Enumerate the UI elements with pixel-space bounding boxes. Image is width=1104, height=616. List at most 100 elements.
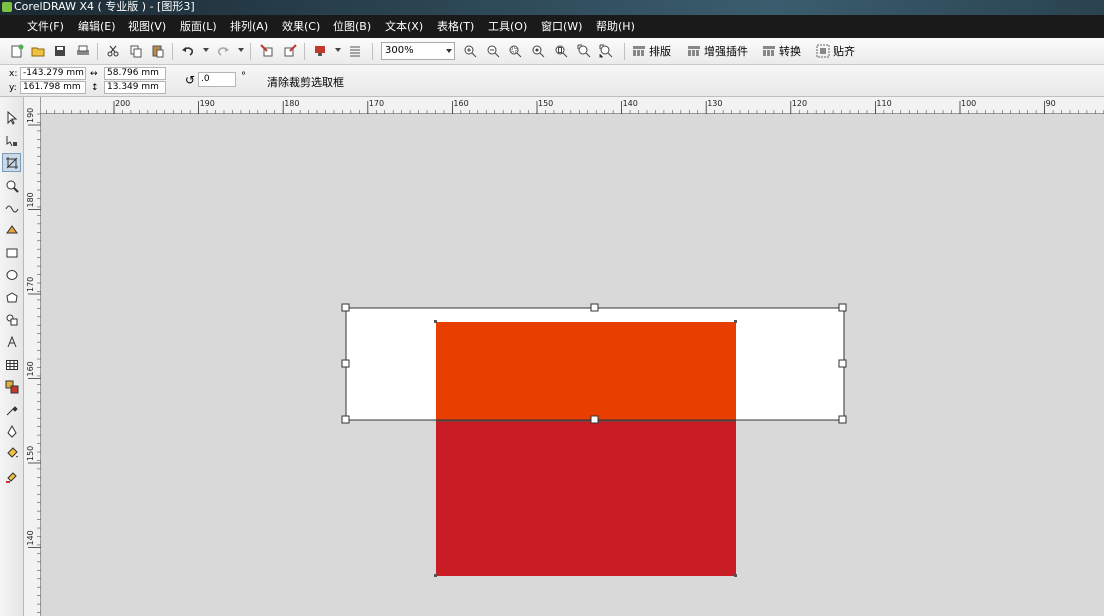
ruler-label: 170 xyxy=(369,99,384,108)
ruler-label: 160 xyxy=(26,361,35,376)
clear-crop-marquee-button[interactable]: 清除裁剪选取框 xyxy=(267,74,344,90)
toolbar-separator xyxy=(172,43,173,60)
polygon-tool-icon[interactable] xyxy=(2,288,21,307)
new-document-icon[interactable] xyxy=(8,42,26,60)
zoom-to-page-height-icon[interactable] xyxy=(597,42,615,60)
handle-bottom-left[interactable] xyxy=(341,415,350,424)
paste-icon[interactable] xyxy=(149,42,167,60)
handle-bottom-right[interactable] xyxy=(838,415,847,424)
enhance-plugin-button[interactable]: 增强插件 xyxy=(687,42,748,60)
smart-fill-icon[interactable] xyxy=(2,220,21,239)
rotation-angle-field[interactable]: .0 xyxy=(198,72,236,87)
handle-middle-left[interactable] xyxy=(341,359,350,368)
import-icon[interactable] xyxy=(258,42,276,60)
handle-top-right[interactable] xyxy=(838,303,847,312)
save-icon[interactable] xyxy=(51,42,69,60)
drawing-canvas[interactable] xyxy=(41,114,1104,616)
handle-top-left[interactable] xyxy=(341,303,350,312)
zoom-to-page-icon[interactable] xyxy=(552,42,570,60)
menu-bitmaps[interactable]: 位图(B) xyxy=(333,15,371,38)
open-folder-icon[interactable] xyxy=(29,42,47,60)
menu-file[interactable]: 文件(F) xyxy=(27,15,64,38)
menu-bar: 文件(F) 编辑(E) 视图(V) 版面(L) 排列(A) 效果(C) 位图(B… xyxy=(0,15,1104,38)
menu-tools[interactable]: 工具(O) xyxy=(488,15,527,38)
launcher-dropdown-icon[interactable] xyxy=(335,48,341,52)
zoom-to-page-width-icon[interactable] xyxy=(575,42,593,60)
title-bar: CorelDRAW X4 ( 专业版 ) - [图形3] xyxy=(0,0,1104,15)
ruler-label: 90 xyxy=(1046,99,1056,108)
handle-middle-right[interactable] xyxy=(838,359,847,368)
menu-help[interactable]: 帮助(H) xyxy=(596,15,635,38)
redo-dropdown-icon[interactable] xyxy=(238,48,244,52)
orange-rectangle[interactable] xyxy=(436,322,736,421)
text-tool-icon[interactable] xyxy=(2,332,21,351)
red-rectangle[interactable] xyxy=(436,421,736,576)
menu-text[interactable]: 文本(X) xyxy=(385,15,423,38)
x-label: x: xyxy=(9,69,18,79)
menu-arrange[interactable]: 排列(A) xyxy=(230,15,268,38)
application-launcher-icon[interactable] xyxy=(311,42,329,60)
welcome-screen-icon[interactable] xyxy=(346,42,364,60)
window-title: CorelDRAW X4 ( 专业版 ) - [图形3] xyxy=(14,0,195,13)
outline-pen-icon[interactable] xyxy=(2,422,21,441)
height-icon: ↕ xyxy=(91,83,99,93)
copy-icon[interactable] xyxy=(127,42,145,60)
menu-table[interactable]: 表格(T) xyxy=(437,15,474,38)
eyedropper-icon[interactable] xyxy=(2,400,21,419)
undo-icon[interactable] xyxy=(179,42,197,60)
ruler-label: 100 xyxy=(961,99,976,108)
fill-tool-icon[interactable] xyxy=(2,444,21,463)
ellipse-tool-icon[interactable] xyxy=(2,265,21,284)
ruler-label: 150 xyxy=(26,446,35,461)
cut-icon[interactable] xyxy=(104,42,122,60)
zoom-to-all-objects-icon[interactable] xyxy=(529,42,547,60)
toolbox xyxy=(0,97,24,616)
menu-edit[interactable]: 编辑(E) xyxy=(78,15,116,38)
x-position-field[interactable]: -143.279 mm xyxy=(20,67,86,80)
enhance-plugin-label: 增强插件 xyxy=(704,45,748,58)
degree-symbol: ° xyxy=(241,71,246,82)
handle-bottom-center[interactable] xyxy=(590,415,599,424)
zoom-level-select[interactable]: 300% xyxy=(381,42,455,60)
zoom-in-icon[interactable] xyxy=(461,42,479,60)
chevron-down-icon xyxy=(446,49,452,53)
y-position-field[interactable]: 161.798 mm xyxy=(20,81,86,94)
convert-plugin-label: 转换 xyxy=(779,45,801,58)
freehand-tool-icon[interactable] xyxy=(2,198,21,217)
horizontal-ruler[interactable]: 200 190 180 170 160 150 140 130 120 110 100 90 xyxy=(41,97,1104,114)
width-icon: ↔ xyxy=(90,69,98,79)
table-tool-icon[interactable] xyxy=(2,355,21,374)
zoom-out-icon[interactable] xyxy=(484,42,502,60)
zoom-to-selected-icon[interactable] xyxy=(506,42,524,60)
width-field[interactable]: 58.796 mm xyxy=(104,67,166,80)
redo-icon[interactable] xyxy=(214,42,232,60)
pick-tool-icon[interactable] xyxy=(2,108,21,127)
interactive-blend-icon[interactable] xyxy=(2,377,21,396)
menu-view[interactable]: 视图(V) xyxy=(128,15,166,38)
zoom-tool-icon[interactable] xyxy=(2,176,21,195)
export-icon[interactable] xyxy=(281,42,299,60)
snap-plugin-button[interactable]: 贴齐 xyxy=(816,42,855,60)
ruler-label: 190 xyxy=(200,99,215,108)
typesetting-plugin-button[interactable]: 排版 xyxy=(632,42,671,60)
print-icon[interactable] xyxy=(74,42,92,60)
height-field[interactable]: 13.349 mm xyxy=(104,81,166,94)
ruler-label: 190 xyxy=(26,108,35,123)
menu-window[interactable]: 窗口(W) xyxy=(541,15,582,38)
shape-tool-icon[interactable] xyxy=(2,131,21,150)
handle-top-center[interactable] xyxy=(590,303,599,312)
menu-effects[interactable]: 效果(C) xyxy=(282,15,320,38)
menu-layout[interactable]: 版面(L) xyxy=(180,15,217,38)
interactive-fill-icon[interactable] xyxy=(2,467,21,486)
rectangle-tool-icon[interactable] xyxy=(2,243,21,262)
basic-shapes-icon[interactable] xyxy=(2,310,21,329)
horizontal-ruler-svg: 200 190 180 170 160 150 140 130 120 110 100 90 xyxy=(46,99,1104,114)
undo-dropdown-icon[interactable] xyxy=(203,48,209,52)
crop-tool-icon[interactable] xyxy=(2,153,21,172)
vertical-ruler[interactable]: 190 180 170 160 150 140 xyxy=(24,97,41,616)
plugin-grid-icon xyxy=(763,46,775,56)
convert-plugin-button[interactable]: 转换 xyxy=(762,42,801,60)
toolbar-separator xyxy=(624,43,625,60)
ruler-label: 140 xyxy=(26,530,35,545)
ruler-label: 160 xyxy=(453,99,468,108)
